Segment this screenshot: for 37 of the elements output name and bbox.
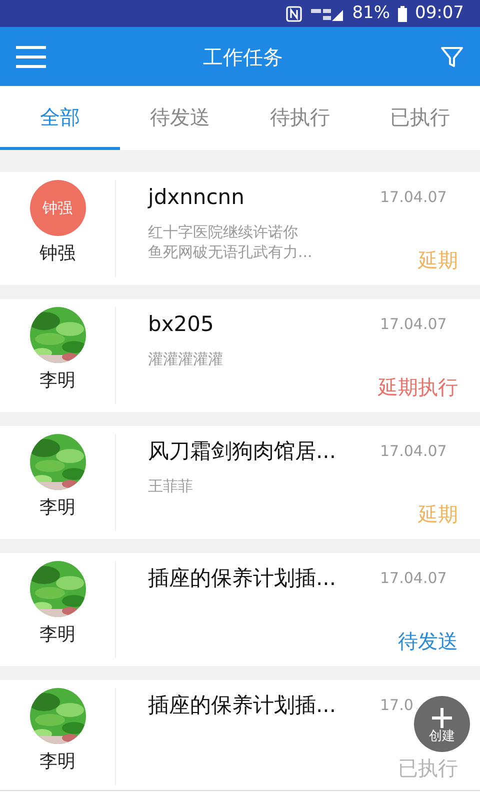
nfc-icon bbox=[286, 6, 302, 22]
assignee-name: 李明 bbox=[40, 750, 76, 774]
tab[interactable]: 全部 bbox=[0, 86, 120, 150]
menu-icon[interactable] bbox=[16, 44, 46, 68]
task-description: 灌灌灌灌灌 bbox=[148, 348, 224, 369]
page-title: 工作任务 bbox=[203, 44, 283, 70]
battery-level: 81% bbox=[352, 2, 390, 25]
task-date: 17.04.07 bbox=[380, 441, 448, 462]
task-status: 延期 bbox=[418, 501, 458, 528]
task-card[interactable]: 李明 插座的保养计划插... 17.04.07 待发送 bbox=[0, 553, 480, 666]
plus-icon bbox=[430, 706, 454, 730]
task-title: jdxnncnn bbox=[148, 184, 246, 211]
status-time: 09:07 bbox=[415, 2, 464, 25]
task-card[interactable]: 李明 风刀霜剑狗肉馆居... 王菲菲 17.04.07 延期 bbox=[0, 426, 480, 539]
task-description: 红十字医院继续许诺你鱼死网破无语孔武有力... bbox=[148, 222, 312, 262]
task-status: 待发送 bbox=[398, 628, 458, 655]
battery-icon bbox=[398, 6, 407, 22]
task-description: 王菲菲 bbox=[148, 476, 194, 496]
task-card[interactable]: 钟强 钟强 jdxnncnn 红十字医院继续许诺你鱼死网破无语孔武有力... 17.04.07 延期 bbox=[0, 172, 480, 285]
assignee-name: 李明 bbox=[40, 369, 76, 393]
task-date: 17.04.07 bbox=[380, 568, 448, 589]
assignee-name: 李明 bbox=[40, 623, 76, 647]
filter-icon[interactable] bbox=[440, 44, 464, 68]
tab[interactable]: 待执行 bbox=[240, 86, 360, 150]
assignee-name: 钟强 bbox=[40, 242, 76, 266]
task-card[interactable]: 李明 bx205 灌灌灌灌灌 17.04.07 延期执行 bbox=[0, 299, 480, 412]
task-date: 17.04.07 bbox=[380, 314, 448, 335]
task-status: 延期执行 bbox=[378, 374, 458, 401]
tab[interactable]: 已执行 bbox=[360, 86, 480, 150]
avatar: 钟强 bbox=[30, 180, 86, 236]
assignee-name: 李明 bbox=[40, 496, 76, 520]
task-status: 已执行 bbox=[398, 755, 458, 782]
tab[interactable]: 待发送 bbox=[120, 86, 240, 150]
task-status: 延期 bbox=[418, 247, 458, 274]
task-date: 17.0 bbox=[380, 695, 414, 716]
task-title: bx205 bbox=[148, 311, 215, 338]
task-date: 17.04.07 bbox=[380, 187, 448, 208]
